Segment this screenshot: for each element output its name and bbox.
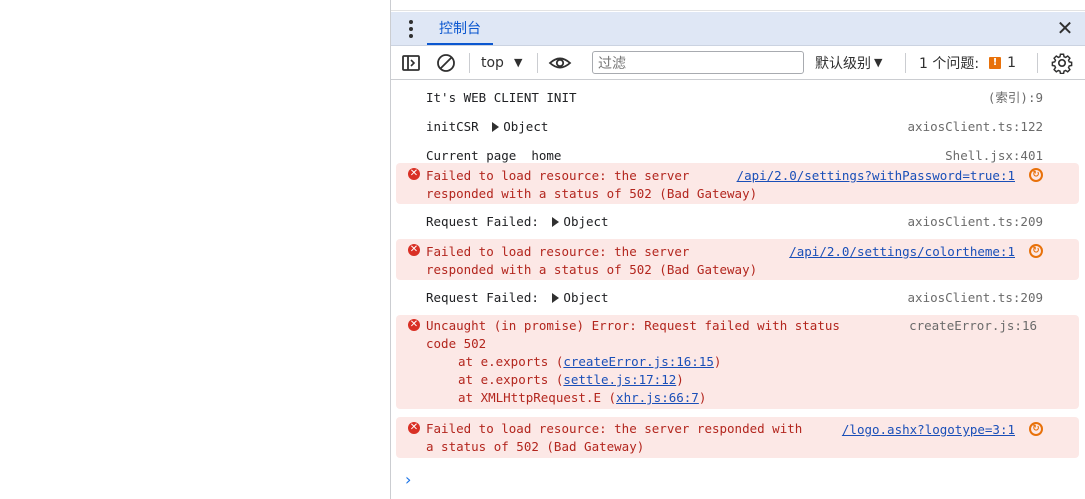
- stack-frame-suffix: ): [713, 354, 722, 369]
- expand-object-toggle[interactable]: Object: [486, 119, 548, 134]
- sidebar-toggle-icon[interactable]: [401, 46, 421, 79]
- stack-frame-suffix: ): [676, 372, 684, 387]
- console-error-message: ✕ Failed to load resource: the server re…: [396, 417, 1079, 458]
- chevron-down-icon: ▼: [874, 56, 883, 69]
- source-link[interactable]: /logo.ashx?logotype=3:1: [842, 421, 1015, 439]
- error-icon: ✕: [408, 319, 420, 331]
- console-error-message: ✕ Failed to load resource: the server re…: [396, 239, 1079, 280]
- devtools-panel: 控制台 ✕ top ▼ 过滤 默认级别 ▼ 1 个问题: ! 1 It's WE…: [390, 0, 1085, 499]
- drawer-tab-bar: 控制台 ✕: [391, 12, 1085, 46]
- source-link[interactable]: axiosClient.ts:209: [908, 213, 1043, 231]
- expand-triangle-icon: [552, 293, 560, 303]
- console-log-message: It's WEB CLIENT INIT (索引):9: [391, 80, 1085, 109]
- log-levels-label: 默认级别: [815, 55, 871, 72]
- expand-object-toggle[interactable]: Object: [546, 290, 609, 305]
- context-selector[interactable]: top ▼: [481, 46, 522, 79]
- console-toolbar: top ▼ 过滤 默认级别 ▼ 1 个问题: ! 1: [391, 46, 1085, 80]
- expand-object-toggle[interactable]: Object: [546, 214, 609, 229]
- object-label: Object: [503, 119, 549, 134]
- filter-placeholder: 过滤: [598, 55, 626, 72]
- network-request-icon[interactable]: ↻: [1029, 244, 1043, 258]
- log-levels-dropdown[interactable]: 默认级别 ▼: [815, 46, 882, 79]
- message-text: initCSR: [426, 119, 479, 134]
- more-options-icon[interactable]: [405, 20, 417, 38]
- stack-frame-link[interactable]: xhr.js:66:7: [616, 390, 699, 405]
- error-icon: ✕: [408, 168, 420, 180]
- stack-frame-prefix: at e.exports (: [458, 354, 564, 369]
- stack-frame-prefix: at e.exports (: [458, 372, 564, 387]
- clear-console-icon[interactable]: [436, 46, 456, 79]
- console-log-message: initCSR Object axiosClient.ts:122: [391, 109, 1085, 138]
- message-text: It's WEB CLIENT INIT: [426, 90, 577, 105]
- message-text: Request Failed:: [426, 290, 539, 305]
- issue-flag-icon: !: [989, 56, 1002, 69]
- context-label: top: [481, 54, 504, 71]
- stack-frame: at e.exports (createError.js:16:15): [426, 353, 1019, 371]
- live-expression-icon[interactable]: [548, 46, 572, 79]
- issues-label: 1 个问题:: [919, 55, 980, 72]
- console-log-message: Request Failed: Object axiosClient.ts:20…: [391, 280, 1085, 315]
- message-text: Request Failed:: [426, 214, 539, 229]
- stack-frame-prefix: at XMLHttpRequest.E (: [458, 390, 617, 405]
- stack-frame: at e.exports (settle.js:17:12): [426, 371, 1019, 389]
- object-label: Object: [563, 214, 609, 229]
- object-label: Object: [563, 290, 609, 305]
- source-link[interactable]: /api/2.0/settings?withPassword=true:1: [737, 167, 1015, 185]
- chevron-down-icon: ▼: [513, 56, 523, 69]
- settings-gear-icon[interactable]: [1051, 46, 1073, 79]
- expand-triangle-icon: [552, 217, 560, 227]
- stack-frame-link[interactable]: settle.js:17:12: [563, 372, 676, 387]
- console-prompt-icon[interactable]: ›: [405, 470, 411, 489]
- network-request-icon[interactable]: ↻: [1029, 168, 1043, 182]
- network-request-icon[interactable]: ↻: [1029, 422, 1043, 436]
- source-link[interactable]: (索引):9: [988, 89, 1043, 107]
- error-icon: ✕: [408, 244, 420, 256]
- tab-console[interactable]: 控制台: [427, 12, 493, 45]
- error-line-2: a status of 502 (Bad Gateway): [426, 439, 645, 454]
- issues-count: 1: [1007, 54, 1016, 71]
- page: 控制台 ✕ top ▼ 过滤 默认级别 ▼ 1 个问题: ! 1 It's WE…: [0, 0, 1085, 499]
- filter-input[interactable]: 过滤: [592, 51, 804, 74]
- error-line-2: responded with a status of 502 (Bad Gate…: [426, 186, 758, 201]
- console-log-message: Current page home Shell.jsx:401: [391, 138, 1085, 163]
- console-log-message: Request Failed: Object axiosClient.ts:20…: [391, 204, 1085, 239]
- stack-frame: at XMLHttpRequest.E (xhr.js:66:7): [426, 389, 1019, 407]
- close-drawer-icon[interactable]: ✕: [1055, 18, 1075, 38]
- source-link[interactable]: createError.js:16: [909, 317, 1037, 335]
- issues-counter[interactable]: 1 个问题: ! 1: [919, 46, 1016, 79]
- exception-line-2: code 502: [426, 336, 487, 351]
- page-viewport: [0, 0, 390, 499]
- resize-strip[interactable]: [391, 0, 1085, 11]
- message-text: Current page home: [426, 148, 562, 163]
- source-link[interactable]: /api/2.0/settings/colortheme:1: [789, 243, 1015, 261]
- expand-triangle-icon: [492, 122, 500, 132]
- source-link[interactable]: axiosClient.ts:122: [908, 118, 1043, 136]
- console-error-message: ✕ Failed to load resource: the server re…: [396, 163, 1079, 204]
- console-messages: It's WEB CLIENT INIT (索引):9 initCSR Obje…: [391, 80, 1085, 458]
- stack-frame-link[interactable]: createError.js:16:15: [563, 354, 714, 369]
- console-exception-message: ✕ Uncaught (in promise) Error: Request f…: [396, 315, 1079, 409]
- error-icon: ✕: [408, 422, 420, 434]
- error-line-2: responded with a status of 502 (Bad Gate…: [426, 262, 758, 277]
- stack-frame-suffix: ): [698, 390, 707, 405]
- source-link[interactable]: axiosClient.ts:209: [908, 289, 1043, 307]
